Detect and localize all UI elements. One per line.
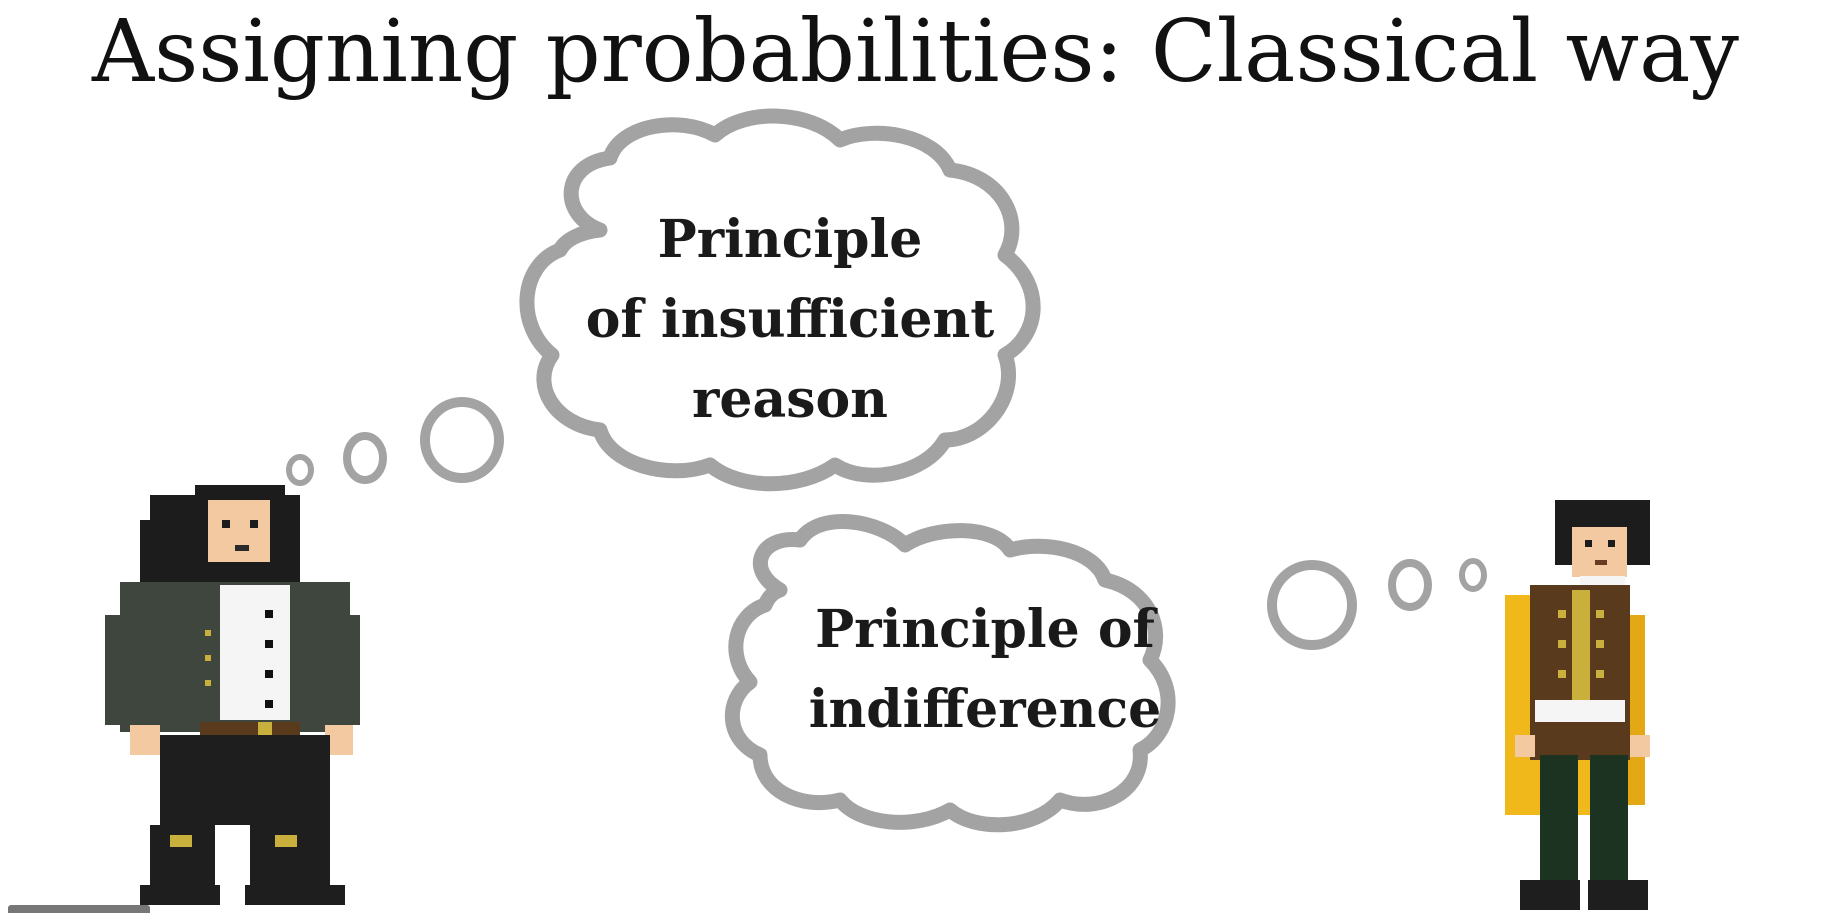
thought-bubble-2-text: Principle of indifference xyxy=(808,599,1162,740)
video-progress-bar[interactable] xyxy=(8,905,150,913)
thought-bubble-1-text: Principle of insufficient reason xyxy=(585,209,995,430)
thought-trail-left xyxy=(286,397,504,486)
pixel-character-left xyxy=(105,485,360,905)
thought-trail-right xyxy=(1267,558,1487,650)
illustration xyxy=(105,108,1650,910)
pixel-character-right xyxy=(1505,500,1650,910)
